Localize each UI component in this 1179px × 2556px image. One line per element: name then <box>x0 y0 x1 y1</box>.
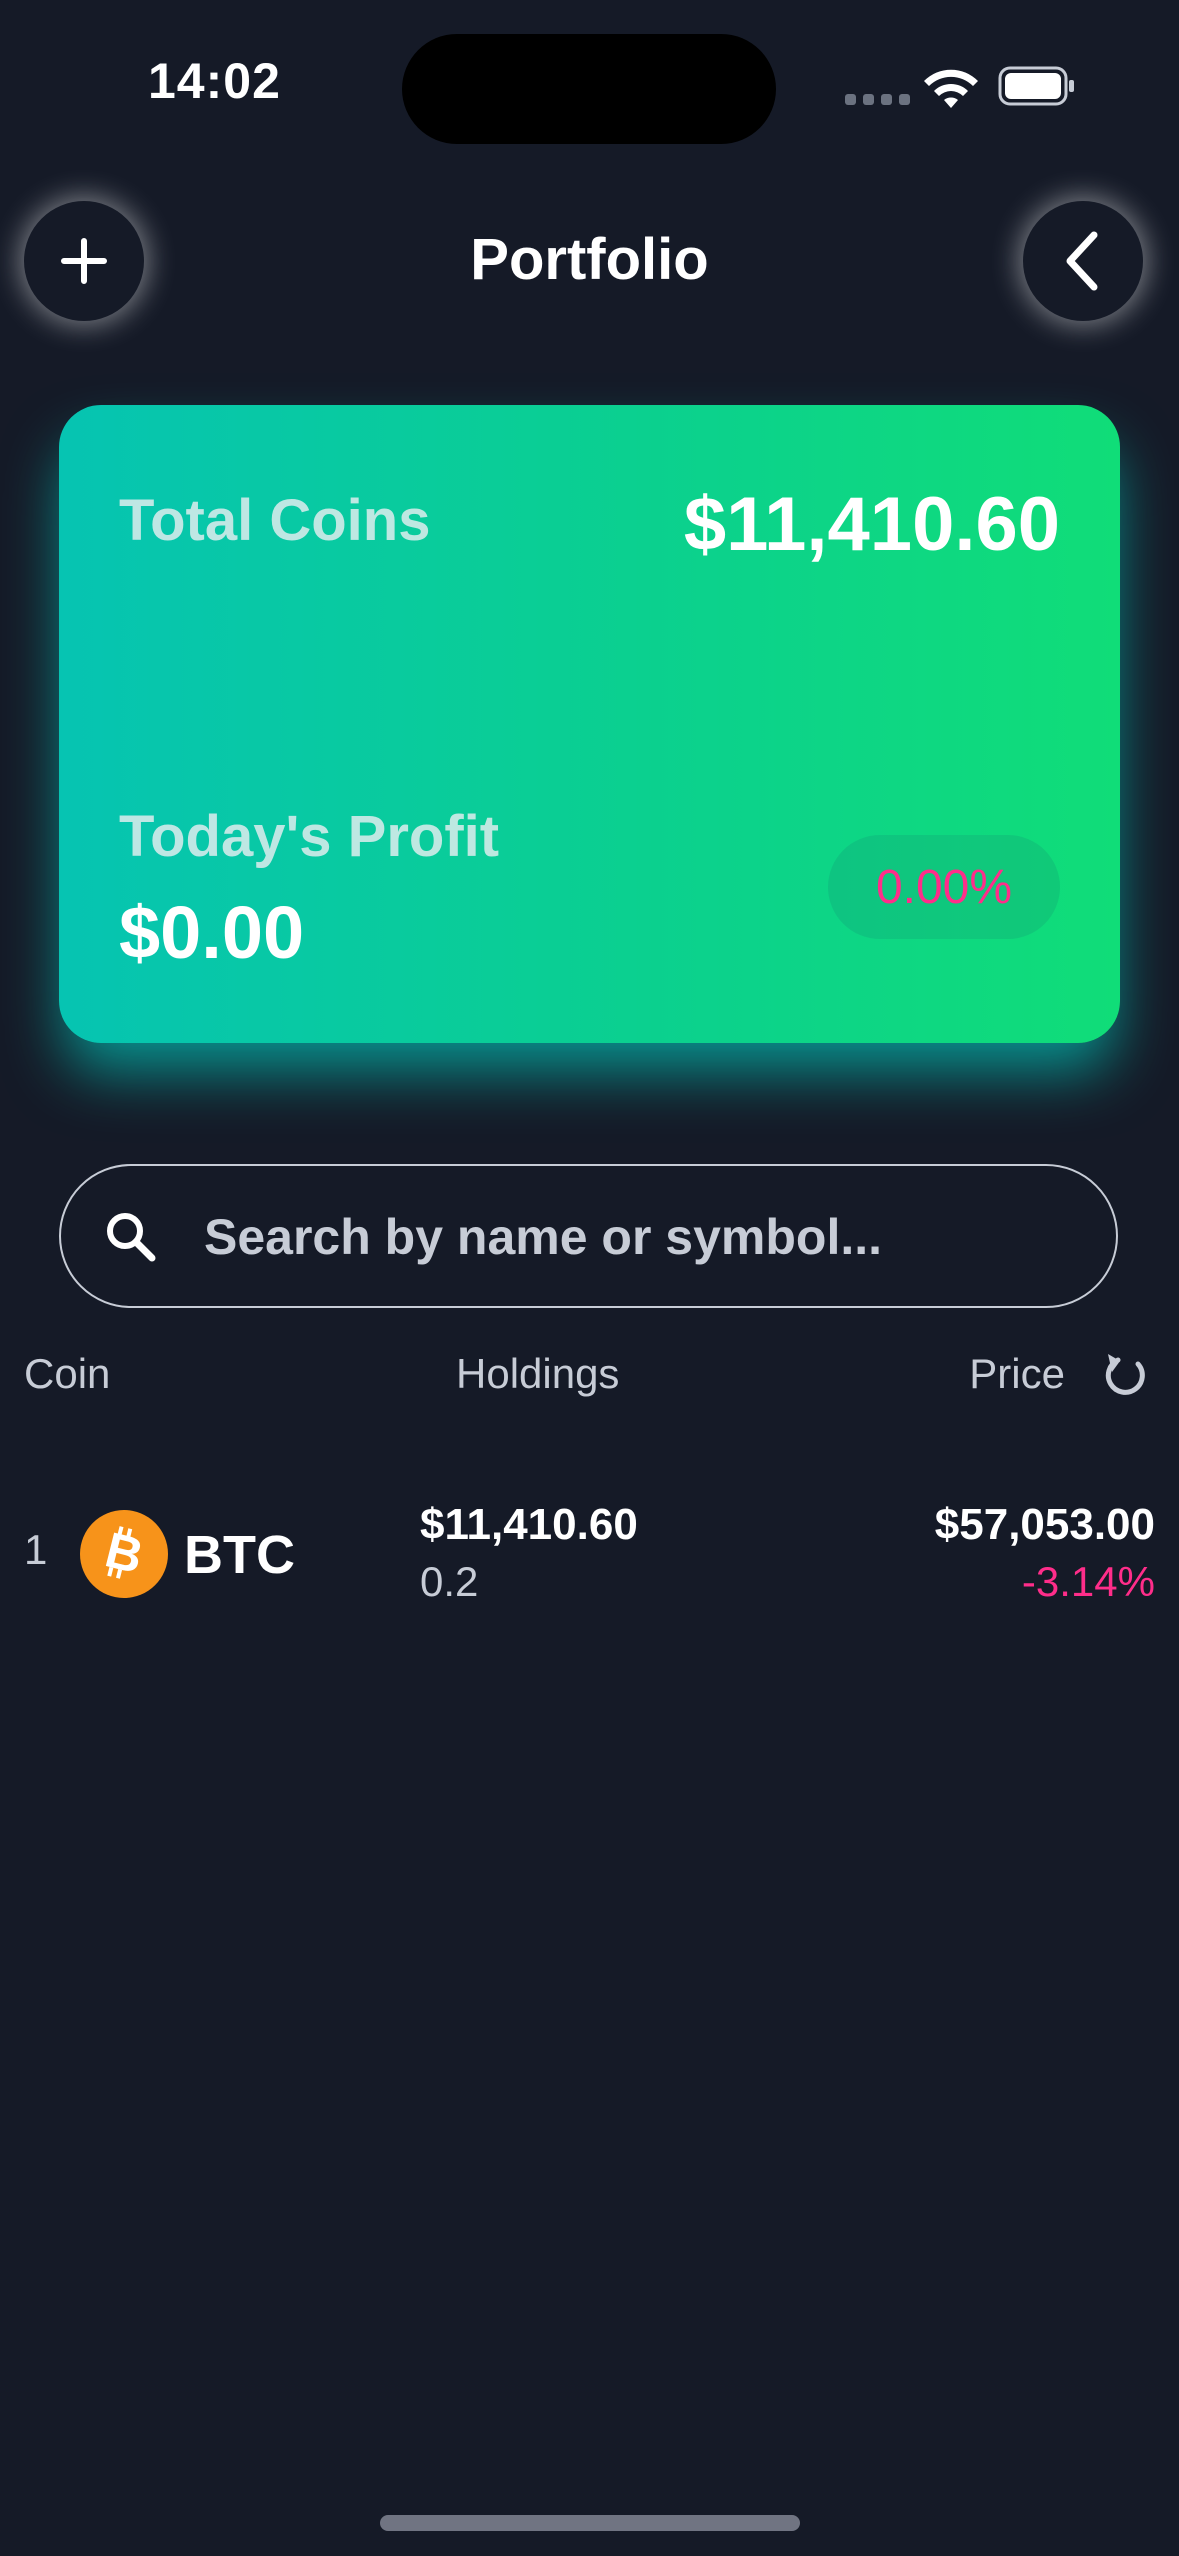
dynamic-island <box>402 34 776 144</box>
holding-value: $11,410.60 <box>420 1500 638 1549</box>
home-indicator[interactable] <box>380 2515 800 2531</box>
back-button[interactable] <box>1023 201 1143 321</box>
column-header-price[interactable]: Price <box>969 1350 1065 1398</box>
chevron-left-icon <box>1066 231 1098 291</box>
bitcoin-icon: B <box>80 1510 168 1598</box>
total-coins-value: $11,410.60 <box>683 482 1060 567</box>
todays-profit-label: Today's Profit <box>119 804 500 869</box>
profit-percent-badge: 0.00% <box>828 835 1060 939</box>
coin-symbol: BTC <box>184 1525 295 1585</box>
table-row[interactable]: 1 B BTC $11,410.60 0.2 $57,053.00 -3.14% <box>0 1490 1179 1620</box>
price-change: -3.14% <box>1021 1558 1155 1605</box>
holding-amount: 0.2 <box>420 1558 479 1605</box>
svg-text:B: B <box>100 1524 149 1584</box>
column-header-coin[interactable]: Coin <box>24 1350 110 1398</box>
page-title: Portfolio <box>470 227 709 292</box>
battery-icon <box>998 66 1074 106</box>
coin-price: $57,053.00 <box>934 1500 1155 1549</box>
portfolio-summary-card: Total Coins $11,410.60 Today's Profit $0… <box>59 405 1120 1043</box>
status-time: 14:02 <box>148 53 281 109</box>
cellular-signal-icon <box>845 94 910 105</box>
coin-rank: 1 <box>24 1526 48 1573</box>
search-icon <box>107 1213 156 1262</box>
total-coins-label: Total Coins <box>119 488 431 553</box>
search-input[interactable] <box>202 1186 1066 1288</box>
refresh-icon[interactable] <box>1100 1346 1150 1402</box>
todays-profit-value: $0.00 <box>119 891 305 974</box>
wifi-icon <box>924 69 978 108</box>
column-header-holdings[interactable]: Holdings <box>456 1350 619 1398</box>
